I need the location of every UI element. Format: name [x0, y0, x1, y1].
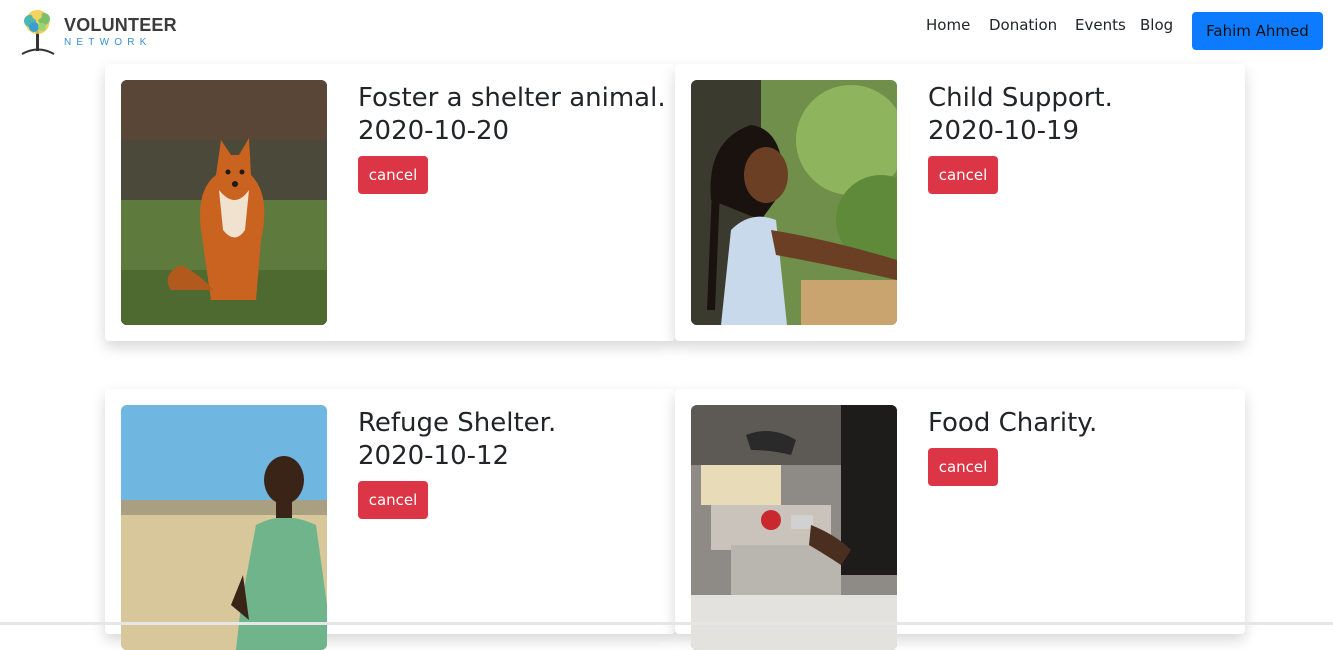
brand-title: VOLUNTEER [64, 15, 177, 35]
nav-home[interactable]: Home [926, 16, 970, 34]
food-donation-photo [691, 405, 897, 650]
event-title: Foster a shelter animal. [358, 83, 666, 113]
event-date: 2020-10-12 [358, 441, 510, 471]
nav-donation[interactable]: Donation [989, 16, 1057, 34]
event-card: Refuge Shelter. 2020-10-12 cancel [105, 389, 675, 650]
event-date: 2020-10-19 [928, 116, 1080, 146]
smiling-girl-photo [691, 80, 897, 325]
cancel-button[interactable]: cancel [928, 156, 998, 194]
event-title: Refuge Shelter. [358, 408, 557, 438]
cancel-button[interactable]: cancel [928, 448, 998, 486]
brand-subtitle: NETWORK [64, 37, 152, 48]
event-title: Child Support. [928, 83, 1113, 113]
nav-blog[interactable]: Blog [1140, 16, 1173, 34]
event-card: Food Charity. cancel [675, 389, 1245, 650]
event-image [121, 80, 327, 325]
cancel-button[interactable]: cancel [358, 156, 428, 194]
user-button[interactable]: Fahim Ahmed [1192, 12, 1323, 50]
nav-events[interactable]: Events [1075, 16, 1126, 34]
cancel-button[interactable]: cancel [358, 481, 428, 519]
event-card: Child Support. 2020-10-19 cancel [675, 64, 1245, 341]
brand-logo[interactable]: VOLUNTEER NETWORK [16, 6, 186, 58]
event-image [121, 405, 327, 650]
boy-in-field-photo [121, 405, 327, 650]
event-date: 2020-10-20 [358, 116, 510, 146]
event-card: Foster a shelter animal. 2020-10-20 canc… [105, 64, 675, 341]
fox-photo [121, 80, 327, 325]
event-image [691, 405, 897, 650]
event-title: Food Charity. [928, 408, 1098, 438]
event-image [691, 80, 897, 325]
tree-logo-icon [21, 10, 55, 55]
